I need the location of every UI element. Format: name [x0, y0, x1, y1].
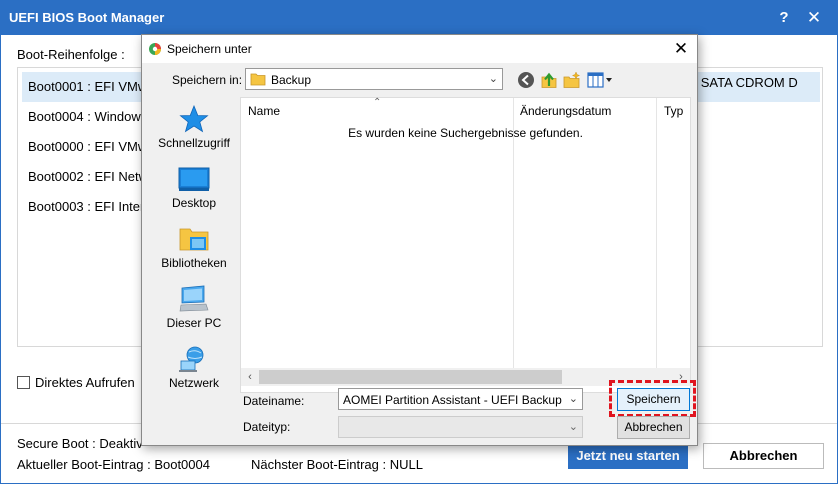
empty-message: Es wurden keine Suchergebnisse gefunden.: [348, 126, 583, 140]
up-folder-icon[interactable]: [540, 71, 558, 89]
filetype-dropdown[interactable]: ⌄: [338, 416, 583, 438]
place-label: Dieser PC: [166, 316, 222, 330]
column-type[interactable]: Typ: [664, 104, 683, 118]
file-list[interactable]: ⌃ Name Änderungsdatum Typ Es wurden kein…: [240, 97, 691, 393]
place-quick-access[interactable]: Schnellzugriff: [150, 105, 238, 165]
boot-item-description: al SATA CDROM D: [687, 75, 798, 90]
window-title: UEFI BIOS Boot Manager: [9, 10, 165, 25]
sort-up-icon: ⌃: [373, 97, 382, 108]
app-icon: [149, 43, 161, 55]
filename-label: Dateiname:: [243, 394, 305, 408]
column-header: ⌃ Name Änderungsdatum Typ: [241, 97, 690, 122]
close-window-button[interactable]: ✕: [801, 6, 827, 30]
boot-order-label: Boot-Reihenfolge :: [17, 47, 125, 62]
direct-boot-option[interactable]: Direktes Aufrufen: [17, 375, 135, 390]
dialog-title: Speichern unter: [167, 42, 252, 56]
view-menu-icon[interactable]: [587, 71, 613, 89]
secure-boot-status: Secure Boot : Deaktiv: [17, 436, 143, 451]
current-boot-label: Aktueller Boot-Eintrag :: [17, 457, 151, 472]
main-titlebar: UEFI BIOS Boot Manager ? ✕: [1, 1, 837, 35]
chevron-down-icon: ⌄: [488, 73, 498, 85]
network-icon: [179, 346, 204, 372]
filename-input[interactable]: AOMEI Partition Assistant - UEFI Backup …: [338, 388, 583, 410]
next-boot-value: NULL: [389, 457, 423, 472]
save-in-value: Backup: [271, 73, 312, 87]
save-as-dialog: Speichern unter ✕ Speichern in: Backup ⌄: [141, 34, 698, 446]
dialog-close-button[interactable]: ✕: [668, 38, 694, 60]
current-boot-entry: Aktueller Boot-Eintrag : Boot0004: [17, 457, 210, 472]
folder-icon: [250, 73, 266, 86]
save-button[interactable]: Speichern: [617, 388, 690, 411]
desktop-icon: [178, 167, 210, 191]
filename-value: AOMEI Partition Assistant - UEFI Backup: [343, 393, 562, 407]
place-label: Netzwerk: [168, 376, 219, 390]
cancel-button[interactable]: Abbrechen: [703, 443, 824, 469]
places-bar: Schnellzugriff Desktop Bibliotheken Dies…: [150, 97, 238, 393]
save-in-dropdown[interactable]: Backup ⌄: [245, 68, 503, 90]
column-name[interactable]: Name: [248, 104, 280, 118]
secure-boot-label: Secure Boot :: [17, 436, 96, 451]
star-icon: [179, 105, 209, 133]
scroll-left-icon[interactable]: ‹: [243, 369, 257, 385]
back-icon[interactable]: [517, 71, 535, 89]
place-desktop[interactable]: Desktop: [150, 165, 238, 225]
place-libraries[interactable]: Bibliotheken: [150, 225, 238, 285]
help-button[interactable]: ?: [771, 6, 797, 30]
next-boot-entry: Nächster Boot-Eintrag : NULL: [251, 457, 423, 472]
column-date[interactable]: Änderungsdatum: [520, 104, 611, 118]
new-folder-icon[interactable]: [563, 71, 581, 89]
chevron-down-icon[interactable]: ⌄: [569, 392, 578, 405]
place-label: Desktop: [171, 196, 217, 210]
save-in-label: Speichern in:: [172, 73, 243, 87]
current-boot-value: Boot0004: [154, 457, 210, 472]
place-network[interactable]: Netzwerk: [150, 345, 238, 405]
next-boot-label: Nächster Boot-Eintrag :: [251, 457, 387, 472]
dialog-titlebar: Speichern unter ✕: [142, 35, 697, 63]
filetype-label: Dateityp:: [243, 420, 291, 434]
place-label: Bibliotheken: [161, 256, 227, 270]
chevron-down-icon: ⌄: [568, 421, 578, 433]
dialog-cancel-button[interactable]: Abbrechen: [617, 416, 690, 439]
library-icon: [179, 228, 209, 251]
place-this-pc[interactable]: Dieser PC: [150, 285, 238, 345]
scrollbar-thumb[interactable]: [259, 370, 562, 384]
direct-boot-checkbox[interactable]: [17, 376, 30, 389]
direct-boot-label: Direktes Aufrufen: [35, 375, 135, 390]
computer-icon: [179, 285, 209, 312]
restart-now-button[interactable]: Jetzt neu starten: [568, 443, 688, 469]
secure-boot-value: Deaktiv: [99, 436, 143, 451]
place-label: Schnellzugriff: [158, 136, 230, 150]
